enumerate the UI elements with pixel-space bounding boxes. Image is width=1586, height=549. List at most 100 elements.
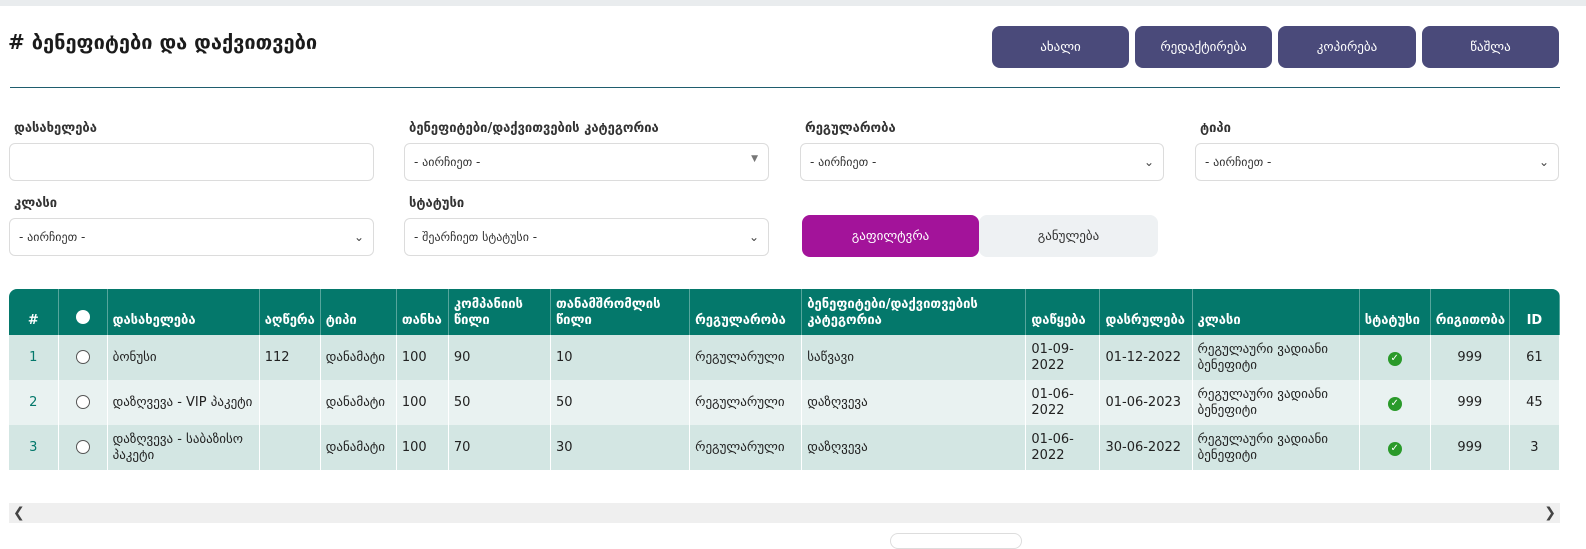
row-description: 112: [259, 335, 321, 380]
row-id: 61: [1509, 335, 1560, 380]
col-name[interactable]: დასახელება: [107, 289, 260, 335]
category-select[interactable]: - აირჩიეთ - ▼: [404, 143, 769, 181]
row-select-radio[interactable]: [75, 350, 90, 364]
col-regularity[interactable]: რეგულარობა: [689, 289, 803, 335]
top-strip: [0, 0, 1586, 6]
row-class: რეგულაური ვადიანი ბენეფიტი: [1192, 380, 1360, 425]
row-description: [259, 380, 321, 425]
col-select-all[interactable]: [58, 289, 108, 335]
table-row[interactable]: 1 ბონუსი 112 დანამატი 100 90 10 რეგულარუ…: [9, 335, 1560, 380]
col-category[interactable]: ბენეფიტები/დაქვითვების კატეგორია: [801, 289, 1027, 335]
name-filter-label: დასახელება: [14, 121, 97, 136]
row-regularity: რეგულარული: [689, 380, 803, 425]
row-amount: 100: [396, 335, 449, 380]
regularity-filter-label: რეგულარობა: [805, 121, 896, 136]
row-select-cell[interactable]: [58, 335, 108, 380]
reset-button[interactable]: განულება: [979, 215, 1158, 257]
chevron-down-icon: ⌄: [1143, 155, 1154, 169]
row-employee-share: 10: [550, 335, 691, 380]
name-input[interactable]: [9, 143, 374, 181]
row-company-share: 90: [448, 335, 551, 380]
col-type[interactable]: ტიპი: [320, 289, 397, 335]
row-class: რეგულაური ვადიანი ბენეფიტი: [1192, 335, 1360, 380]
row-category: დაზღვევა: [801, 380, 1027, 425]
delete-button[interactable]: წაშლა: [1422, 26, 1559, 68]
regularity-select-value: - აირჩიეთ -: [810, 155, 877, 169]
chevron-down-icon: ⌄: [1538, 155, 1549, 169]
row-amount: 100: [396, 425, 449, 470]
col-class[interactable]: კლასი: [1192, 289, 1360, 335]
type-select[interactable]: - აირჩიეთ - ⌄: [1195, 143, 1559, 181]
check-circle-icon: ✓: [1387, 441, 1402, 456]
row-status: ✓: [1359, 380, 1431, 425]
pagination-control[interactable]: [890, 533, 1022, 549]
page-title: # ბენეფიტები და დაქვითვები: [8, 30, 318, 54]
col-status[interactable]: სტატუსი: [1359, 289, 1431, 335]
col-employee-share[interactable]: თანამშრომლის წილი: [550, 289, 691, 335]
row-select-radio[interactable]: [75, 440, 90, 454]
chevron-left-icon[interactable]: ❮: [13, 505, 25, 521]
col-end[interactable]: დასრულება: [1099, 289, 1193, 335]
row-company-share: 50: [448, 380, 551, 425]
status-filter-label: სტატუსი: [409, 196, 465, 211]
filter-button[interactable]: გაფილტვრა: [802, 215, 979, 257]
row-id: 3: [1509, 425, 1560, 470]
title-divider: [10, 87, 1560, 88]
select-all-radio[interactable]: [75, 310, 90, 324]
row-end: 30-06-2022: [1099, 425, 1193, 470]
col-company-share[interactable]: კომპანიის წილი: [448, 289, 551, 335]
row-regularity: რეგულარული: [689, 425, 803, 470]
row-number: 1: [9, 335, 59, 380]
col-start[interactable]: დაწყება: [1025, 289, 1101, 335]
row-select-cell[interactable]: [58, 380, 108, 425]
col-id[interactable]: ID: [1509, 289, 1560, 335]
chevron-down-icon: ⌄: [353, 230, 364, 244]
table-row[interactable]: 2 დაზღვევა - VIP პაკეტი დანამატი 100 50 …: [9, 380, 1560, 425]
row-end: 01-12-2022: [1099, 335, 1193, 380]
check-circle-icon: ✓: [1387, 396, 1402, 411]
row-type: დანამატი: [320, 335, 397, 380]
row-order: 999: [1430, 380, 1510, 425]
row-employee-share: 50: [550, 380, 691, 425]
row-type: დანამატი: [320, 380, 397, 425]
table-row[interactable]: 3 დაზღვევა - საბაზისო პაკეტი დანამატი 10…: [9, 425, 1560, 470]
row-name: დაზღვევა - VIP პაკეტი: [107, 380, 260, 425]
col-amount[interactable]: თანხა: [396, 289, 449, 335]
new-button[interactable]: ახალი: [992, 26, 1129, 68]
row-type: დანამატი: [320, 425, 397, 470]
row-end: 01-06-2023: [1099, 380, 1193, 425]
row-company-share: 70: [448, 425, 551, 470]
horizontal-scrollbar[interactable]: ❮ ❯: [9, 503, 1560, 523]
class-filter-label: კლასი: [14, 196, 58, 211]
class-select[interactable]: - აირჩიეთ - ⌄: [9, 218, 374, 256]
row-status: ✓: [1359, 335, 1431, 380]
row-regularity: რეგულარული: [689, 335, 803, 380]
class-select-value: - აირჩიეთ -: [19, 230, 86, 244]
category-select-value: - აირჩიეთ -: [414, 155, 481, 169]
row-select-cell[interactable]: [58, 425, 108, 470]
col-number[interactable]: #: [9, 289, 59, 335]
copy-button[interactable]: კოპირება: [1278, 26, 1416, 68]
chevron-right-icon[interactable]: ❯: [1544, 505, 1556, 521]
row-number: 3: [9, 425, 59, 470]
row-start: 01-09-2022: [1025, 335, 1101, 380]
row-start: 01-06-2022: [1025, 380, 1101, 425]
row-start: 01-06-2022: [1025, 425, 1101, 470]
check-circle-icon: ✓: [1387, 351, 1402, 366]
row-select-radio[interactable]: [75, 395, 90, 409]
status-select-value: - შეარჩიეთ სტატუსი -: [414, 230, 538, 244]
type-filter-label: ტიპი: [1200, 121, 1231, 136]
row-amount: 100: [396, 380, 449, 425]
table-header-row: # დასახელება აღწერა ტიპი თანხა კომპანიის…: [9, 289, 1560, 335]
row-category: დაზღვევა: [801, 425, 1027, 470]
col-order[interactable]: რიგითობა: [1430, 289, 1510, 335]
edit-button[interactable]: რედაქტირება: [1135, 26, 1272, 68]
row-order: 999: [1430, 335, 1510, 380]
status-select[interactable]: - შეარჩიეთ სტატუსი - ⌄: [404, 218, 769, 256]
type-select-value: - აირჩიეთ -: [1205, 155, 1272, 169]
row-employee-share: 30: [550, 425, 691, 470]
row-category: საწვავი: [801, 335, 1027, 380]
regularity-select[interactable]: - აირჩიეთ - ⌄: [800, 143, 1164, 181]
col-description[interactable]: აღწერა: [259, 289, 321, 335]
caret-down-icon: ▼: [751, 154, 758, 164]
